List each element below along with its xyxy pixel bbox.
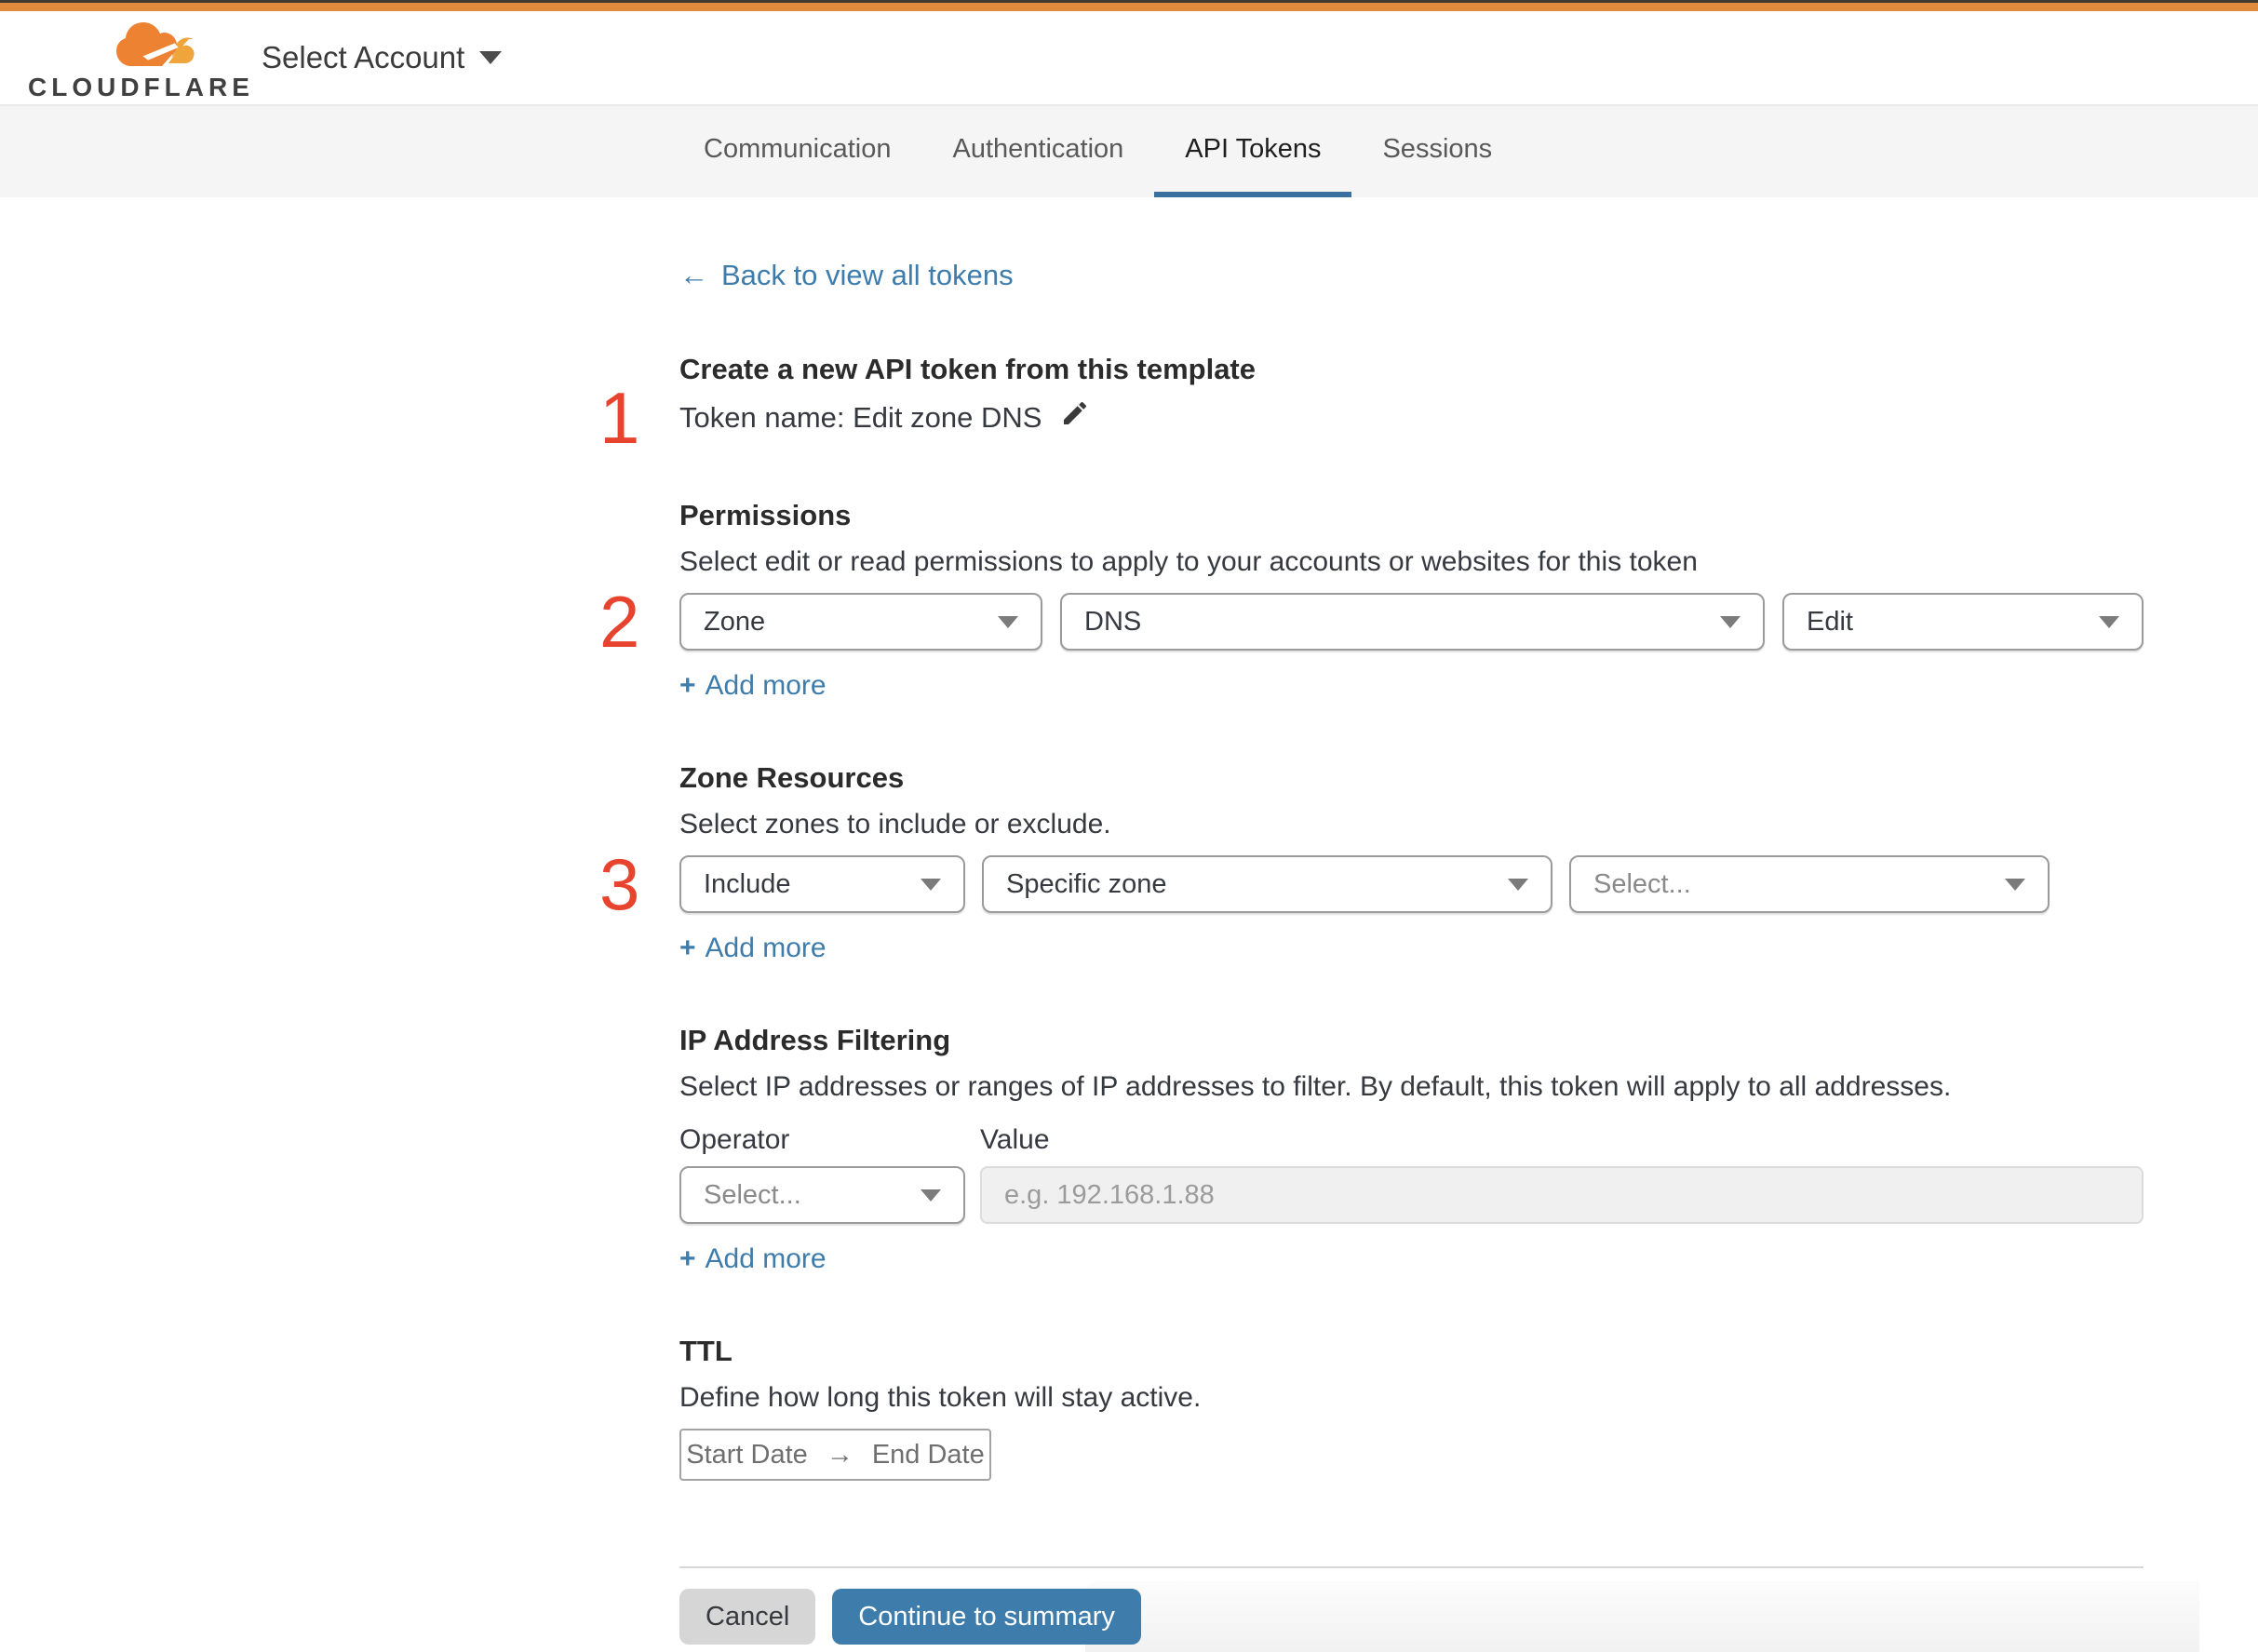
ip-filtering-add-more-link[interactable]: + Add more [679, 1242, 2144, 1276]
token-name-text: Token name: Edit zone DNS [679, 400, 1042, 434]
zone-resources-heading: Zone Resources [679, 761, 905, 794]
chevron-down-icon [1508, 878, 1528, 891]
operator-label: Operator [679, 1124, 790, 1155]
zone-resources-description: Select zones to include or exclude. [679, 809, 1111, 839]
add-more-label: Add more [705, 1243, 827, 1274]
ttl-date-range-picker[interactable]: Start Date → End Date [679, 1429, 991, 1481]
orange-accent-bar [0, 3, 2258, 11]
ip-value-input[interactable] [980, 1166, 2144, 1224]
plus-icon: + [679, 1243, 696, 1274]
tab-authentication[interactable]: Authentication [921, 106, 1154, 197]
chevron-down-icon [998, 615, 1018, 628]
step-annotation-2: 2 [599, 581, 640, 663]
chevron-down-icon [2099, 615, 2119, 628]
permissions-heading: Permissions [679, 499, 852, 531]
back-link-label: Back to view all tokens [721, 259, 1014, 291]
back-to-tokens-link[interactable]: ← Back to view all tokens [679, 259, 2144, 292]
ip-filtering-labels: Operator Value [679, 1123, 2144, 1157]
chevron-down-icon [921, 1189, 941, 1202]
continue-to-summary-button[interactable]: Continue to summary [832, 1589, 1141, 1645]
add-more-label: Add more [705, 933, 827, 963]
chevron-down-icon [1720, 615, 1741, 628]
chevron-down-icon [921, 878, 941, 891]
select-value: Include [704, 868, 791, 899]
step-annotation-3: 3 [599, 843, 640, 925]
ip-filtering-description: Select IP addresses or ranges of IP addr… [679, 1071, 1952, 1102]
zone-type-select[interactable]: Specific zone [982, 855, 1552, 913]
chevron-down-icon [2005, 878, 2025, 891]
ip-operator-select[interactable]: Select... [679, 1166, 965, 1224]
back-arrow-icon: ← [679, 259, 708, 291]
cloudflare-wordmark: CLOUDFLARE [28, 73, 254, 101]
tab-sessions[interactable]: Sessions [1351, 106, 1523, 197]
tab-bar: Communication Authentication API Tokens … [0, 106, 2258, 197]
ip-filtering-row: Select... [679, 1166, 2144, 1224]
plus-icon: + [679, 670, 696, 701]
ip-filtering-heading: IP Address Filtering [679, 1024, 951, 1056]
footer-actions: Cancel Continue to summary [679, 1581, 2199, 1652]
permissions-row: 2 Zone DNS Edit [599, 585, 2144, 658]
value-label: Value [980, 1124, 1050, 1155]
cloudflare-logo: CLOUDFLARE [28, 19, 254, 102]
token-name-row: 1 Token name: Edit zone DNS [599, 382, 2144, 454]
tab-api-tokens[interactable]: API Tokens [1154, 106, 1352, 197]
right-arrow-icon: → [826, 1439, 853, 1470]
plus-icon: + [679, 933, 696, 963]
page-title: Create a new API token from this templat… [679, 353, 1257, 385]
tab-communication[interactable]: Communication [673, 106, 921, 197]
permission-access-select[interactable]: Edit [1782, 593, 2144, 651]
select-value: DNS [1084, 606, 1142, 637]
permissions-add-more-link[interactable]: + Add more [679, 669, 2144, 703]
select-value: Specific zone [1006, 868, 1167, 899]
select-value: Select... [704, 1179, 801, 1210]
zone-resources-add-more-link[interactable]: + Add more [679, 932, 2144, 965]
ttl-description: Define how long this token will stay act… [679, 1382, 1202, 1413]
footer-shade [1085, 1581, 2199, 1652]
select-account-label: Select Account [262, 40, 465, 74]
permission-scope-select[interactable]: Zone [679, 593, 1042, 651]
permission-service-select[interactable]: DNS [1060, 593, 1765, 651]
add-more-label: Add more [705, 670, 827, 701]
start-date-field[interactable]: Start Date [686, 1440, 808, 1471]
cloudflare-cloud-icon [28, 19, 214, 71]
zone-resources-row: 3 Include Specific zone Select... [599, 848, 2144, 920]
select-value: Edit [1807, 606, 1853, 637]
ttl-heading: TTL [679, 1335, 733, 1367]
main-content: ← Back to view all tokens Create a new A… [599, 197, 2199, 1652]
footer-divider [679, 1566, 2144, 1568]
select-value: Zone [704, 606, 766, 637]
zone-include-select[interactable]: Include [679, 855, 965, 913]
end-date-field[interactable]: End Date [872, 1440, 985, 1471]
zone-picker-select[interactable]: Select... [1569, 855, 2050, 913]
select-account-dropdown[interactable]: Select Account [262, 11, 503, 104]
chevron-down-icon [479, 51, 503, 64]
permissions-description: Select edit or read permissions to apply… [679, 546, 1698, 577]
cancel-button[interactable]: Cancel [679, 1589, 816, 1645]
edit-pencil-icon[interactable] [1060, 398, 1090, 437]
app-header: CLOUDFLARE Select Account [0, 11, 2258, 106]
select-value: Select... [1593, 868, 1691, 899]
step-annotation-1: 1 [599, 376, 640, 459]
